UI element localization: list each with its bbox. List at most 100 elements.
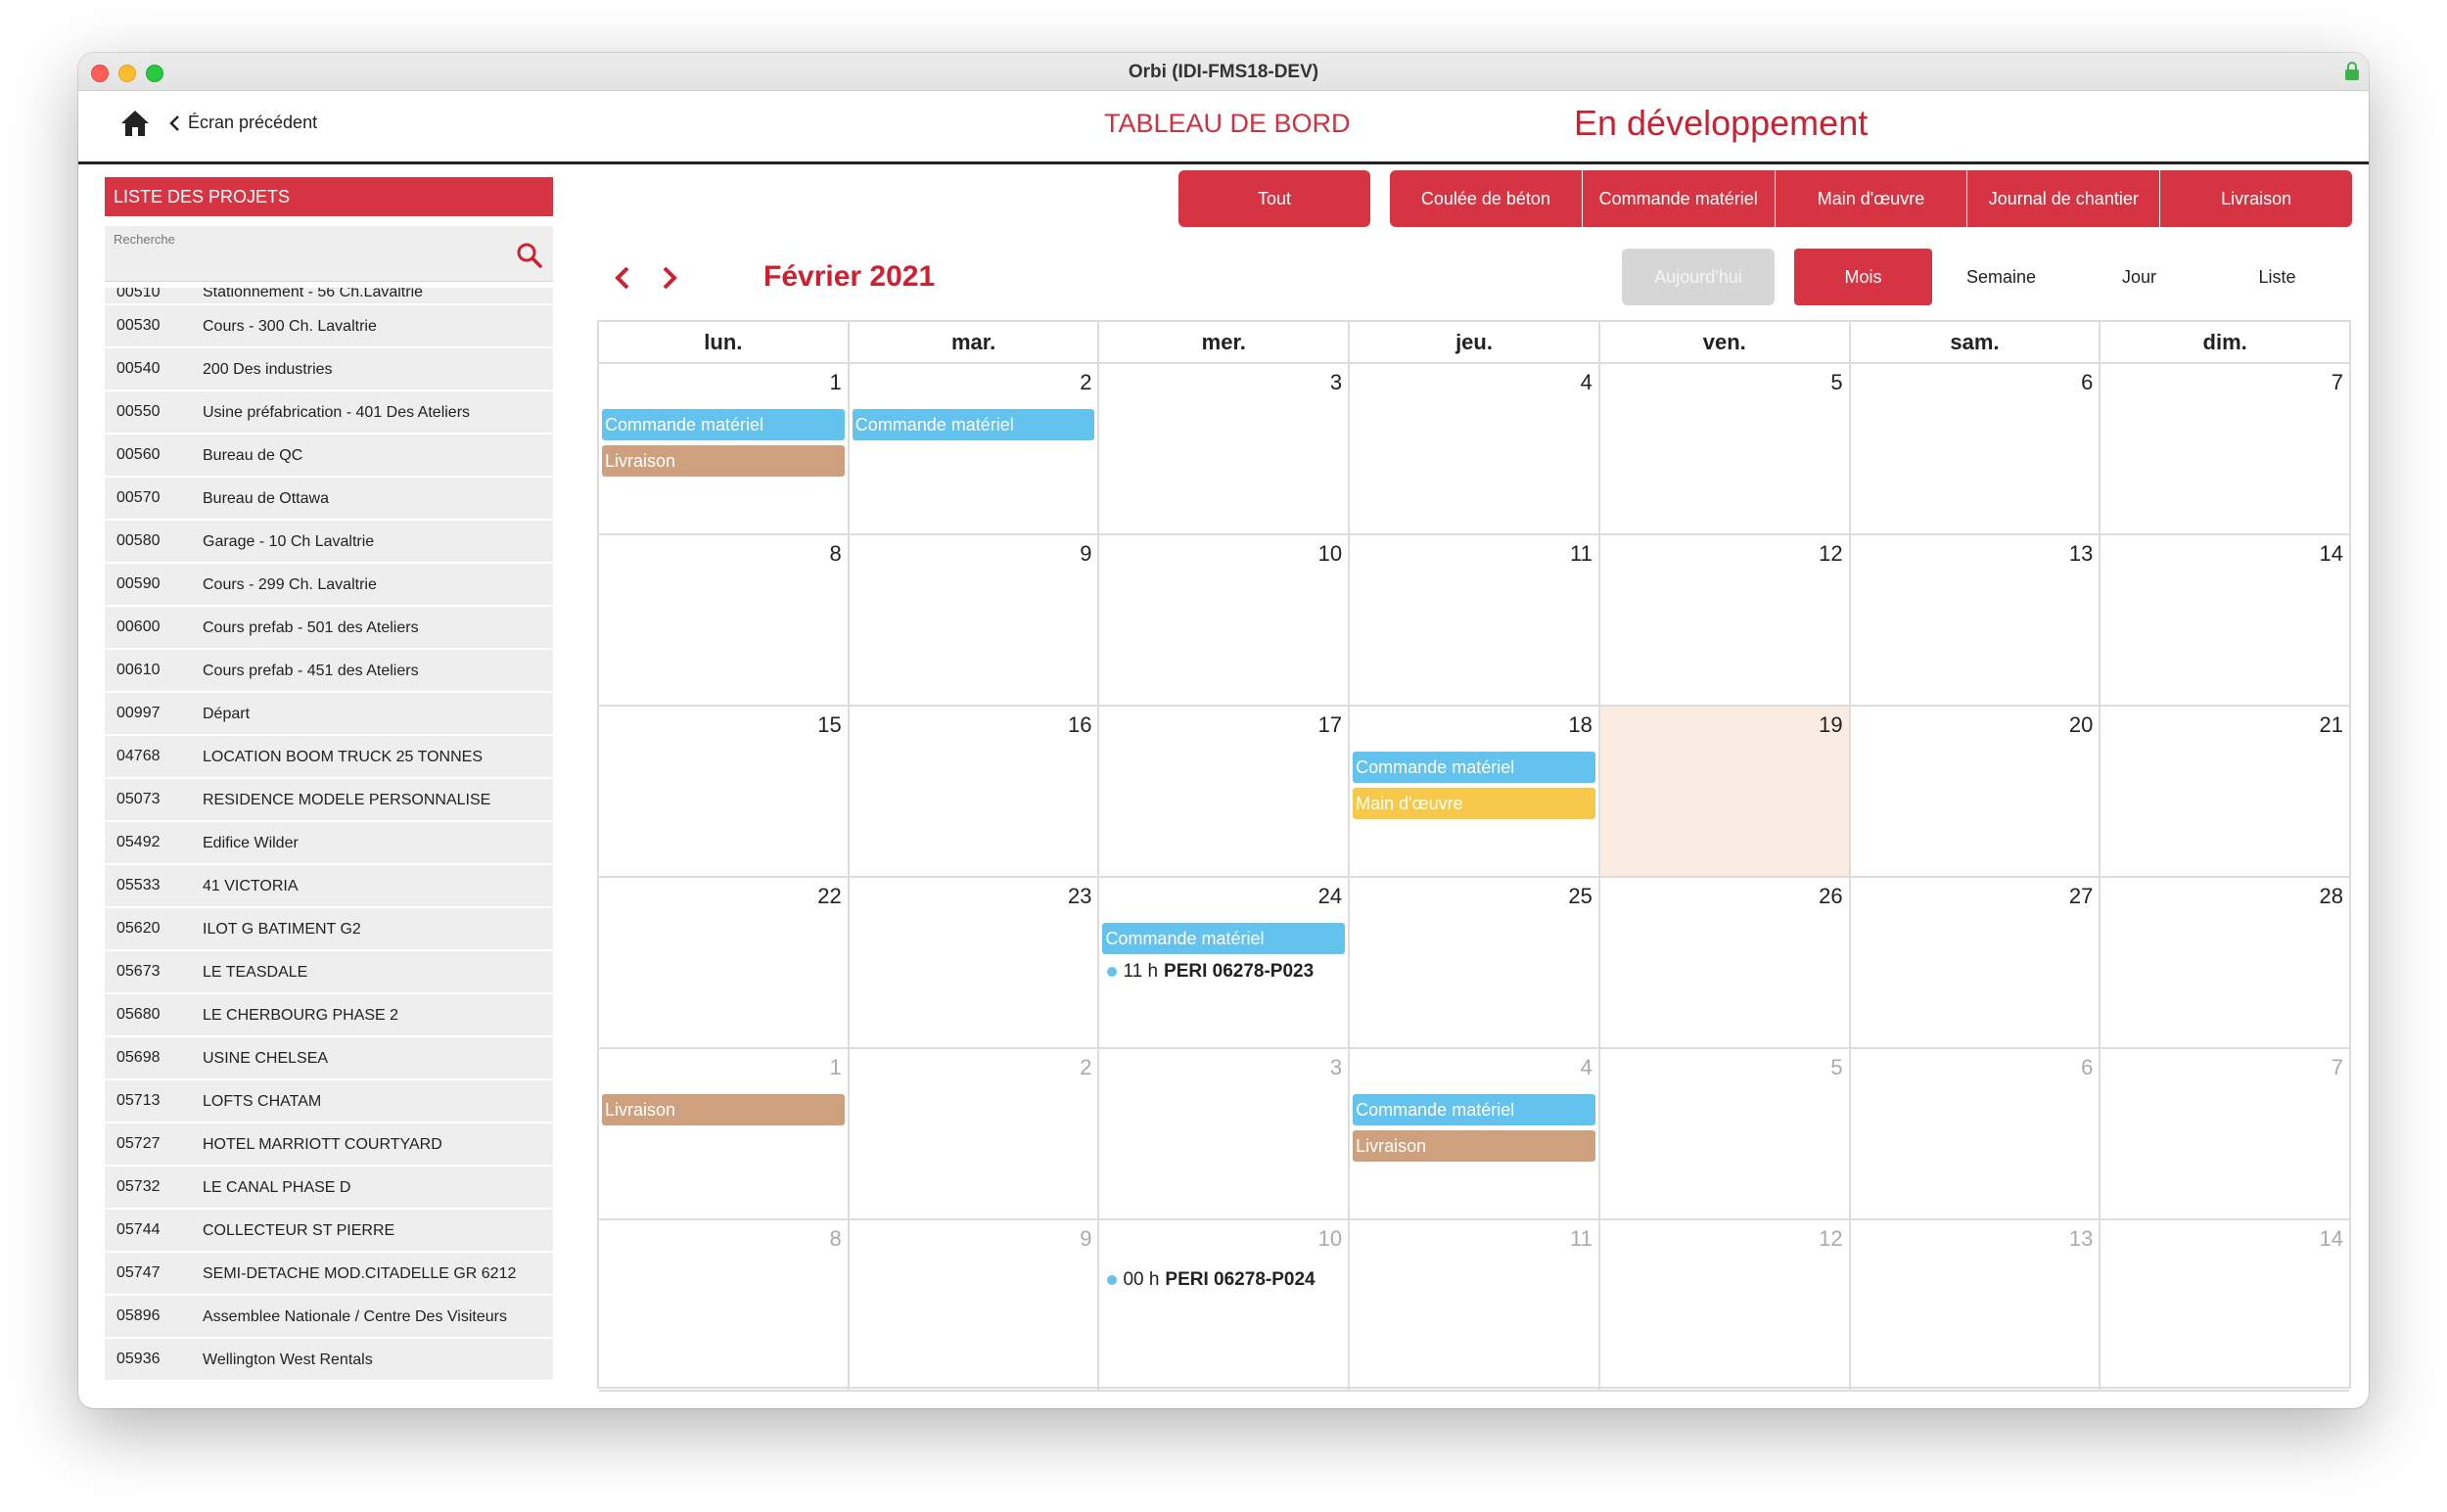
day-cell[interactable]: 1 Livraison xyxy=(599,1049,848,1218)
day-cell[interactable]: 7 xyxy=(2099,1049,2349,1218)
event-commande-materiel[interactable]: Commande matériel xyxy=(1102,923,1346,954)
project-row[interactable]: 00997 Départ xyxy=(105,693,553,734)
event-livraison[interactable]: Livraison xyxy=(1353,1130,1595,1162)
day-cell[interactable]: 18 Commande matériel Main d'œuvre xyxy=(1348,707,1598,876)
day-cell[interactable]: 6 xyxy=(1848,364,2100,533)
home-icon[interactable] xyxy=(119,108,151,139)
day-cell[interactable]: 15 xyxy=(599,707,848,876)
project-row[interactable]: 05727 HOTEL MARRIOTT COURTYARD xyxy=(105,1123,553,1165)
day-cell[interactable]: 12 xyxy=(1597,1220,1849,1390)
day-cell[interactable]: 10 xyxy=(1097,535,1348,705)
day-cell[interactable]: 14 xyxy=(2099,535,2349,705)
project-row[interactable]: 00570 Bureau de Ottawa xyxy=(105,478,553,519)
day-cell[interactable]: 28 xyxy=(2099,878,2349,1047)
view-list-button[interactable]: Liste xyxy=(2208,249,2346,305)
day-cell[interactable]: 24 Commande matériel 11 h PERI 06278-P02… xyxy=(1097,878,1348,1047)
project-row[interactable]: 05533 41 VICTORIA xyxy=(105,865,553,906)
day-cell[interactable]: 25 xyxy=(1348,878,1598,1047)
day-cell[interactable]: 8 xyxy=(599,535,848,705)
event-commande-materiel[interactable]: Commande matériel xyxy=(852,409,1095,440)
back-button[interactable]: Écran précédent xyxy=(168,113,317,133)
project-row[interactable]: 00610 Cours prefab - 451 des Ateliers xyxy=(105,650,553,691)
day-cell[interactable]: 8 xyxy=(599,1220,848,1390)
day-cell[interactable]: 23 xyxy=(847,878,1098,1047)
project-row[interactable]: 05713 LOFTS CHATAM xyxy=(105,1080,553,1122)
filter-commande-materiel-button[interactable]: Commande matériel xyxy=(1581,170,1775,227)
event-peri-p024[interactable]: 00 h PERI 06278-P024 xyxy=(1107,1269,1316,1291)
day-cell[interactable]: 1 Commande matériel Livraison xyxy=(599,364,848,533)
project-row[interactable]: 05747 SEMI-DETACHE MOD.CITADELLE GR 6212 xyxy=(105,1253,553,1294)
day-cell[interactable]: 2 Commande matériel xyxy=(847,364,1098,533)
event-main-oeuvre[interactable]: Main d'œuvre xyxy=(1353,788,1595,819)
event-livraison[interactable]: Livraison xyxy=(602,445,845,477)
project-row[interactable]: 00510 Stationnement - 56 Ch.Lavaltrie xyxy=(105,288,553,303)
view-month-button[interactable]: Mois xyxy=(1794,249,1932,305)
project-row[interactable]: 00590 Cours - 299 Ch. Lavaltrie xyxy=(105,564,553,605)
filter-journal-chantier-button[interactable]: Journal de chantier xyxy=(1966,170,2160,227)
project-row[interactable]: 05073 RESIDENCE MODELE PERSONNALISE xyxy=(105,779,553,820)
filter-coulee-beton-button[interactable]: Coulée de béton xyxy=(1390,170,1582,227)
calendar-week: 1 Livraison 2 3 4 Commande matériel Livr… xyxy=(599,1049,2349,1220)
project-row[interactable]: 00600 Cours prefab - 501 des Ateliers xyxy=(105,607,553,648)
project-list[interactable]: 00510 Stationnement - 56 Ch.Lavaltrie 005… xyxy=(105,288,553,1399)
day-cell[interactable]: 13 xyxy=(1848,535,2100,705)
event-peri-p023[interactable]: 11 h PERI 06278-P023 xyxy=(1107,961,1314,983)
search-icon[interactable] xyxy=(516,242,543,269)
project-search-field[interactable]: Recherche xyxy=(105,226,553,282)
project-row[interactable]: 04768 LOCATION BOOM TRUCK 25 TONNES xyxy=(105,736,553,777)
day-cell[interactable]: 9 xyxy=(847,1220,1098,1390)
day-cell[interactable]: 26 xyxy=(1597,878,1849,1047)
project-row[interactable]: 05673 LE TEASDALE xyxy=(105,951,553,992)
project-row[interactable]: 05698 USINE CHELSEA xyxy=(105,1037,553,1078)
day-cell[interactable]: 14 xyxy=(2099,1220,2349,1390)
project-row[interactable]: 05492 Edifice Wilder xyxy=(105,822,553,863)
next-month-arrow-icon[interactable] xyxy=(655,262,682,294)
filter-main-oeuvre-button[interactable]: Main d'œuvre xyxy=(1774,170,1967,227)
day-cell[interactable]: 27 xyxy=(1848,878,2100,1047)
project-row[interactable]: 00530 Cours - 300 Ch. Lavaltrie xyxy=(105,305,553,346)
event-livraison[interactable]: Livraison xyxy=(602,1094,845,1125)
project-row[interactable]: 05936 Wellington West Rentals xyxy=(105,1339,553,1380)
project-row[interactable]: 00580 Garage - 10 Ch Lavaltrie xyxy=(105,521,553,562)
day-cell[interactable]: 13 xyxy=(1848,1220,2100,1390)
filter-all-button[interactable]: Tout xyxy=(1178,170,1370,227)
day-number: 11 xyxy=(1570,1226,1593,1251)
event-commande-materiel[interactable]: Commande matériel xyxy=(602,409,845,440)
day-cell-today[interactable]: 19 xyxy=(1597,707,1849,876)
day-cell[interactable]: 4 Commande matériel Livraison xyxy=(1348,1049,1598,1218)
project-row[interactable]: 05744 COLLECTEUR ST PIERRE xyxy=(105,1210,553,1251)
day-cell[interactable]: 11 xyxy=(1348,535,1598,705)
view-week-button[interactable]: Semaine xyxy=(1932,249,2070,305)
day-cell[interactable]: 11 xyxy=(1348,1220,1598,1390)
day-cell[interactable]: 3 xyxy=(1097,1049,1348,1218)
project-row[interactable]: 05896 Assemblee Nationale / Centre Des Vi… xyxy=(105,1296,553,1337)
project-row[interactable]: 05620 ILOT G BATIMENT G2 xyxy=(105,908,553,949)
project-row[interactable]: 00560 Bureau de QC xyxy=(105,435,553,476)
project-row[interactable]: 05732 LE CANAL PHASE D xyxy=(105,1167,553,1208)
project-code: 05713 xyxy=(116,1092,161,1109)
day-cell[interactable]: 4 xyxy=(1348,364,1598,533)
day-cell[interactable]: 21 xyxy=(2099,707,2349,876)
day-cell[interactable]: 5 xyxy=(1597,364,1849,533)
day-cell[interactable]: 7 xyxy=(2099,364,2349,533)
day-cell[interactable]: 6 xyxy=(1848,1049,2100,1218)
day-cell[interactable]: 5 xyxy=(1597,1049,1849,1218)
day-cell[interactable]: 16 xyxy=(847,707,1098,876)
day-cell[interactable]: 9 xyxy=(847,535,1098,705)
day-cell[interactable]: 2 xyxy=(847,1049,1098,1218)
day-cell[interactable]: 22 xyxy=(599,878,848,1047)
project-row[interactable]: 00540 200 Des industries xyxy=(105,348,553,389)
project-row[interactable]: 00550 Usine préfabrication - 401 Des Atel… xyxy=(105,391,553,433)
prev-month-arrow-icon[interactable] xyxy=(610,262,637,294)
day-cell[interactable]: 17 xyxy=(1097,707,1348,876)
today-button[interactable]: Aujourd'hui xyxy=(1622,249,1775,305)
filter-livraison-button[interactable]: Livraison xyxy=(2159,170,2352,227)
day-cell[interactable]: 20 xyxy=(1848,707,2100,876)
event-commande-materiel[interactable]: Commande matériel xyxy=(1353,1094,1595,1125)
day-cell[interactable]: 10 00 h PERI 06278-P024 xyxy=(1097,1220,1348,1390)
view-day-button[interactable]: Jour xyxy=(2070,249,2208,305)
day-cell[interactable]: 3 xyxy=(1097,364,1348,533)
day-cell[interactable]: 12 xyxy=(1597,535,1849,705)
project-row[interactable]: 05680 LE CHERBOURG PHASE 2 xyxy=(105,994,553,1035)
event-commande-materiel[interactable]: Commande matériel xyxy=(1353,752,1595,783)
